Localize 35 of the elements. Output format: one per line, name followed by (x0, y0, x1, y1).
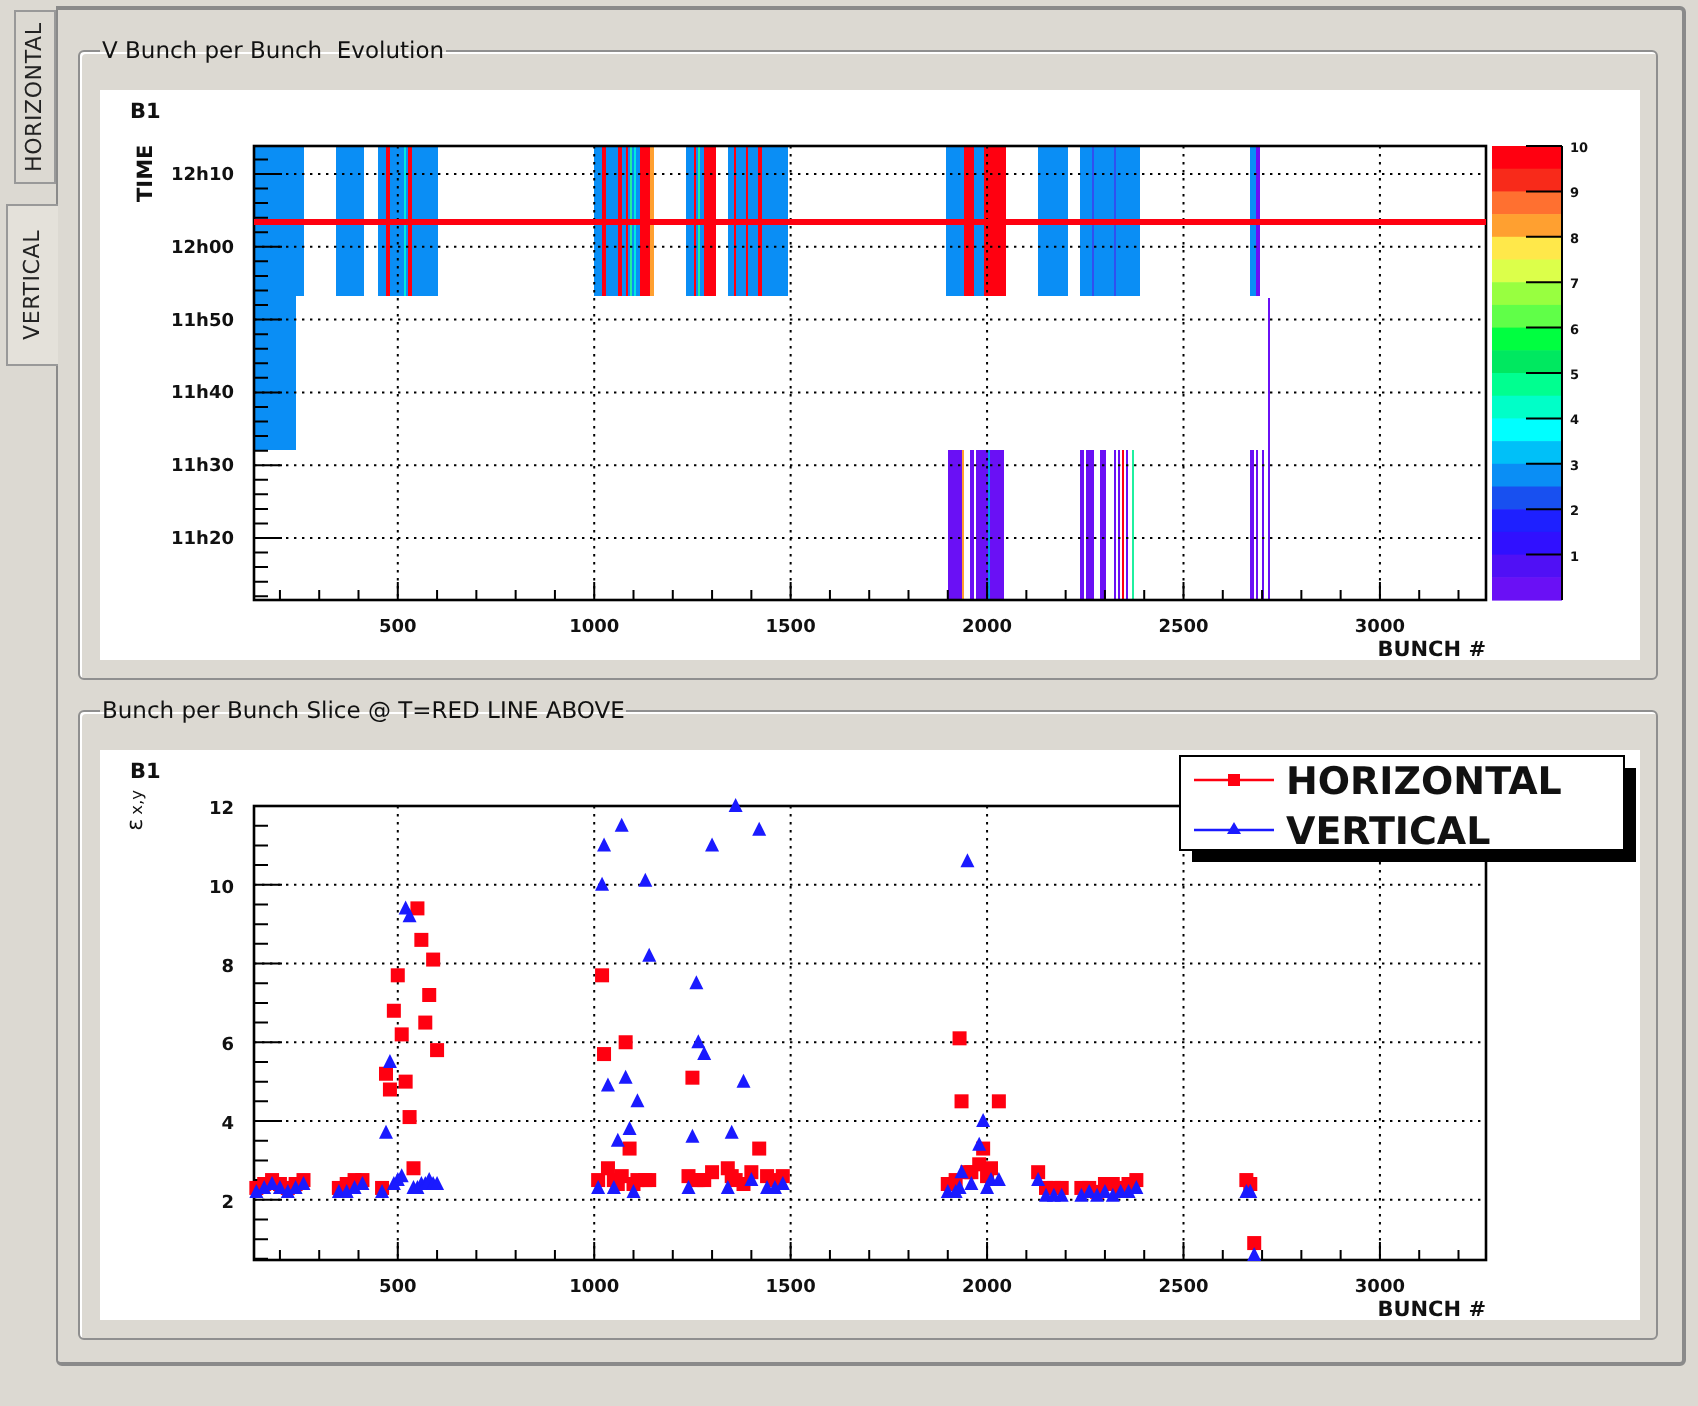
tick-label: 11h40 (171, 384, 234, 405)
tick-label: 500 (379, 618, 417, 638)
tick-label: 11h30 (171, 457, 234, 478)
plot-label: B1 (130, 100, 161, 124)
tab[interactable]: VERTICAL (6, 204, 58, 366)
tick-label: 2500 (1158, 618, 1209, 638)
legend-label: HORIZONTAL (1286, 760, 1562, 804)
tick-label: 500 (379, 1278, 417, 1298)
group-title: Bunch per Bunch Slice @ T=RED LINE ABOVE (100, 696, 627, 724)
group-title: V Bunch per Bunch Evolution (100, 36, 447, 64)
tick-label: 11h50 (171, 311, 234, 332)
tick-label: 4 (221, 1115, 234, 1135)
tick-label: 6 (221, 1036, 234, 1057)
tick-label: 2000 (962, 618, 1013, 638)
axis-title: BUNCH # (1377, 1298, 1486, 1320)
plot-label: B1 (130, 760, 161, 784)
tick-label: 1000 (569, 618, 620, 638)
tick-label: 2500 (1158, 1278, 1209, 1298)
tick-label: 11h20 (171, 530, 234, 550)
tick-label: 1500 (765, 618, 816, 638)
legend-label: VERTICAL (1286, 810, 1491, 854)
tick-label: 10 (208, 878, 234, 899)
tick-label: 1000 (569, 1278, 620, 1298)
tick-label: 3000 (1354, 1278, 1405, 1298)
axis-title: BUNCH # (1377, 638, 1486, 660)
tick-label: 12h10 (171, 166, 234, 186)
tick-label: 3000 (1354, 618, 1405, 638)
tick-label: 8 (221, 957, 234, 978)
tick-label: 2 (221, 1193, 234, 1214)
tick-label: 12 (208, 800, 234, 820)
tick-label: 1500 (765, 1278, 816, 1298)
tab[interactable]: HORIZONTAL (14, 10, 56, 184)
axis-title: TIME (134, 144, 158, 202)
tick-label: 2000 (962, 1278, 1013, 1298)
tick-label: 12h00 (171, 238, 234, 259)
